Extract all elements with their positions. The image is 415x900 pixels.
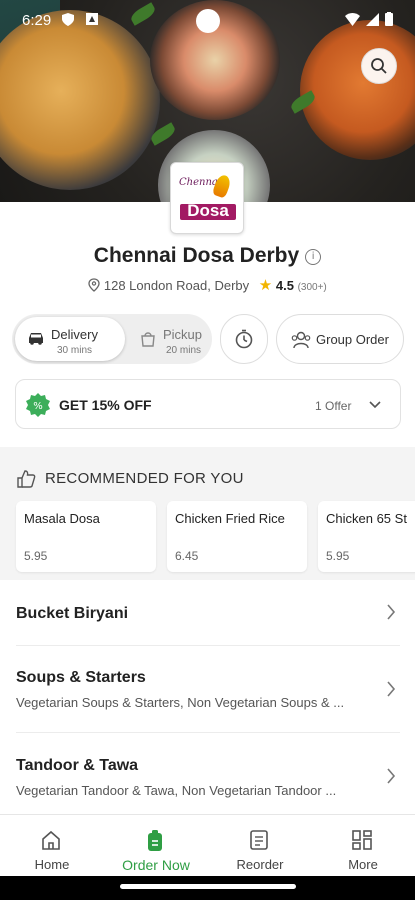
app-screen: 6:29 Chennai Dosa Chennai Dosa Derby i 12… <box>0 0 415 900</box>
offer-text: GET 15% OFF <box>59 397 152 413</box>
battery-icon <box>385 12 393 26</box>
bottom-navigation: Home Order Now Reorder More <box>0 814 415 876</box>
notification-icon <box>86 13 98 25</box>
receipt-icon <box>250 830 268 850</box>
search-button[interactable] <box>361 48 397 84</box>
restaurant-logo: Chennai Dosa <box>170 162 244 234</box>
nav-home[interactable]: Home <box>0 815 104 877</box>
discount-badge-icon: % <box>26 393 50 417</box>
home-icon <box>42 830 60 850</box>
nav-home-label: Home <box>34 857 70 872</box>
thumbs-up-icon <box>17 470 36 488</box>
chevron-down-icon <box>369 401 381 409</box>
category-tandoor-tawa[interactable]: Tandoor & Tawa Vegetarian Tandoor & Tawa… <box>16 757 400 798</box>
pickup-option[interactable]: Pickup 20 mins <box>127 317 209 361</box>
category-title: Bucket Biryani <box>16 605 129 622</box>
nav-order-now-label: Order Now <box>122 857 190 873</box>
search-icon <box>371 58 387 74</box>
delivery-option[interactable]: Delivery 30 mins <box>15 317 125 361</box>
offer-banner[interactable]: % GET 15% OFF 1 Offer <box>15 379 401 429</box>
home-indicator[interactable] <box>120 884 296 889</box>
category-title: Tandoor & Tawa <box>16 757 139 774</box>
clock-icon <box>235 329 253 349</box>
group-users-icon <box>291 331 311 349</box>
car-icon <box>29 333 43 345</box>
item-name: Masala Dosa <box>24 511 100 526</box>
hero-dish-curry <box>300 20 415 160</box>
recommended-card[interactable]: Chicken 65 St 5.95 <box>318 501 415 572</box>
nav-more[interactable]: More <box>311 815 415 877</box>
category-title: Soups & Starters <box>16 669 146 686</box>
rating-count: (300+) <box>297 282 327 293</box>
delivery-label: Delivery <box>51 327 98 342</box>
item-price: 6.45 <box>175 549 199 563</box>
wifi-icon <box>345 12 360 26</box>
item-name: Chicken Fried Rice <box>175 511 285 526</box>
status-bar: 6:29 <box>0 0 415 40</box>
recommended-card[interactable]: Masala Dosa 5.95 <box>16 501 156 572</box>
camera-cutout <box>196 9 220 33</box>
category-description: Vegetarian Tandoor & Tawa, Non Vegetaria… <box>16 783 337 798</box>
logo-text-main: Dosa <box>187 201 229 220</box>
star-icon: ★ <box>258 277 273 294</box>
status-time: 6:29 <box>22 12 52 29</box>
item-name: Chicken 65 St <box>326 511 407 526</box>
restaurant-address: 128 London Road, Derby <box>103 278 250 293</box>
pickup-time: 20 mins <box>166 345 202 356</box>
group-order-button[interactable]: Group Order <box>276 314 404 364</box>
status-icons <box>345 12 393 26</box>
recommended-card[interactable]: Chicken Fried Rice 6.45 <box>167 501 307 572</box>
shopping-bag-icon <box>141 332 155 347</box>
restaurant-meta: 128 London Road, Derby ★ 4.5 (300+) <box>0 276 415 294</box>
shield-icon <box>62 13 74 26</box>
order-mode-toggle: Delivery 30 mins Pickup 20 mins <box>12 314 212 364</box>
item-price: 5.95 <box>24 549 48 563</box>
delivery-time: 30 mins <box>57 345 93 356</box>
group-order-label: Group Order <box>316 332 389 347</box>
restaurant-name: Chennai Dosa Derby <box>93 244 300 267</box>
nav-more-label: More <box>348 857 378 872</box>
category-description: Vegetarian Soups & Starters, Non Vegetar… <box>16 695 345 710</box>
nav-reorder-label: Reorder <box>236 857 284 872</box>
category-soups-starters[interactable]: Soups & Starters Vegetarian Soups & Star… <box>16 669 400 710</box>
schedule-button[interactable] <box>220 314 268 364</box>
chevron-right-icon <box>387 768 396 784</box>
signal-icon <box>366 12 379 26</box>
item-price: 5.95 <box>326 549 350 563</box>
chevron-right-icon <box>387 604 396 620</box>
recommended-title: RECOMMENDED FOR YOU <box>45 470 244 487</box>
rating-value: 4.5 <box>275 278 294 293</box>
chevron-right-icon <box>387 681 396 697</box>
grid-menu-icon <box>352 830 372 850</box>
category-bucket-biryani[interactable]: Bucket Biryani <box>16 605 400 623</box>
nav-reorder[interactable]: Reorder <box>208 815 312 877</box>
nav-order-now[interactable]: Order Now <box>104 815 208 877</box>
restaurant-header: Chennai Dosa Derby i <box>0 244 415 268</box>
divider <box>16 732 400 733</box>
divider <box>16 645 400 646</box>
offer-count: 1 Offer <box>315 399 352 413</box>
info-icon[interactable]: i <box>305 249 322 265</box>
svg-text:%: % <box>33 401 43 412</box>
pickup-label: Pickup <box>163 327 203 342</box>
order-bag-icon <box>148 830 162 851</box>
location-pin-icon <box>88 278 100 292</box>
